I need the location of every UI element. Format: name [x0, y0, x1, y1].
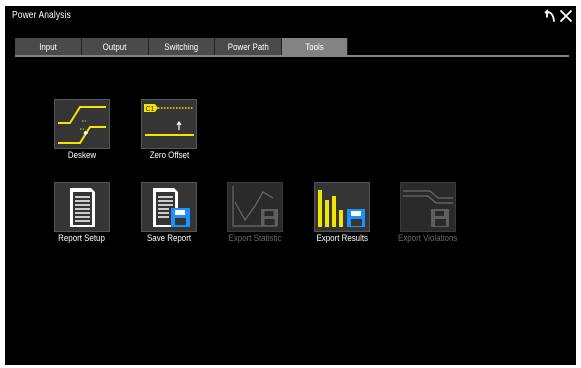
export-statistic-label: Export Statistic — [228, 233, 282, 243]
save-report-label: Save Report — [146, 233, 192, 243]
window-title: Power Analysis — [12, 10, 71, 21]
tab-underline — [15, 55, 569, 57]
zero-offset-button[interactable]: C1 — [141, 99, 197, 149]
report-document-icon — [54, 182, 110, 232]
zero-offset-icon: C1 — [141, 99, 197, 149]
title-bar: Power Analysis — [5, 6, 576, 28]
deskew-button[interactable] — [54, 99, 110, 149]
save-report-icon — [141, 182, 197, 232]
report-setup-button[interactable] — [54, 182, 110, 232]
deskew-label: Deskew — [67, 150, 97, 160]
export-statistic-icon — [227, 182, 283, 232]
tab-input[interactable]: Input — [15, 38, 82, 55]
export-violations-icon — [400, 182, 456, 232]
undo-arrow-icon[interactable] — [543, 8, 559, 24]
tab-switching[interactable]: Switching — [149, 38, 215, 55]
export-violations-button[interactable] — [400, 182, 456, 232]
export-statistic-button[interactable] — [227, 182, 283, 232]
deskew-icon — [54, 99, 110, 149]
export-results-button[interactable] — [314, 182, 370, 232]
tab-output[interactable]: Output — [82, 38, 149, 55]
report-setup-label: Report Setup — [58, 233, 106, 243]
close-icon[interactable] — [558, 8, 574, 24]
save-report-button[interactable] — [141, 182, 197, 232]
tab-tools[interactable]: Tools — [282, 38, 348, 55]
power-analysis-window: Power Analysis Input Output Switching Po… — [5, 6, 576, 365]
export-results-icon — [314, 182, 370, 232]
tab-power-path[interactable]: Power Path — [215, 38, 282, 55]
export-violations-label: Export Violations — [398, 233, 458, 243]
zero-offset-badge: C1 — [146, 106, 155, 113]
zero-offset-label: Zero Offset — [149, 150, 189, 160]
export-results-label: Export Results — [316, 233, 368, 243]
